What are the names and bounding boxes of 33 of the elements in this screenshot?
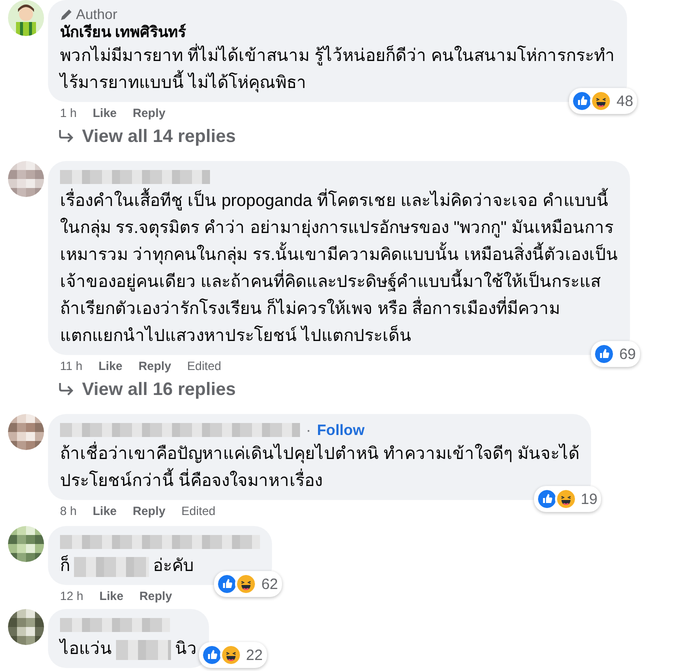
- view-replies-link[interactable]: View all 16 replies: [58, 375, 236, 403]
- comment-text: ไอแว่น: [60, 639, 112, 658]
- reaction-count[interactable]: 48: [569, 88, 638, 114]
- timestamp[interactable]: 1 h: [60, 106, 77, 120]
- author-name[interactable]: นักเรียน เทพศิรินทร์: [60, 20, 186, 44]
- pencil-icon: [60, 8, 73, 20]
- reply-arrow-icon: [58, 382, 74, 396]
- like-link[interactable]: Like: [92, 106, 117, 120]
- reaction-count[interactable]: 69: [591, 341, 640, 367]
- reply-arrow-icon: [58, 129, 74, 143]
- edited-label: Edited: [187, 359, 222, 373]
- follow-link[interactable]: Follow: [317, 422, 364, 438]
- comment-text: อ่ะคับ: [153, 556, 194, 575]
- like-link[interactable]: Like: [99, 589, 124, 603]
- like-link[interactable]: Like: [98, 359, 122, 373]
- comment-text: นิว: [175, 639, 197, 658]
- separator-dot: ·: [306, 422, 311, 438]
- reply-link[interactable]: Reply: [132, 504, 166, 518]
- comment-text: ก็: [60, 556, 70, 575]
- reaction-count[interactable]: 22: [199, 642, 267, 668]
- view-replies-link[interactable]: View all 14 replies: [58, 122, 236, 150]
- like-link[interactable]: Like: [92, 504, 117, 518]
- reply-link[interactable]: Reply: [132, 106, 166, 120]
- reaction-count[interactable]: 62: [214, 571, 282, 597]
- timestamp[interactable]: 8 h: [60, 504, 77, 518]
- timestamp[interactable]: 11 h: [60, 359, 82, 373]
- timestamp[interactable]: 12 h: [60, 589, 84, 603]
- edited-label: Edited: [181, 504, 216, 518]
- reply-link[interactable]: Reply: [138, 359, 172, 373]
- blurred-text: [116, 640, 171, 660]
- reply-link[interactable]: Reply: [139, 589, 172, 603]
- reaction-count[interactable]: 19: [534, 486, 602, 512]
- author-label: Author: [76, 6, 118, 22]
